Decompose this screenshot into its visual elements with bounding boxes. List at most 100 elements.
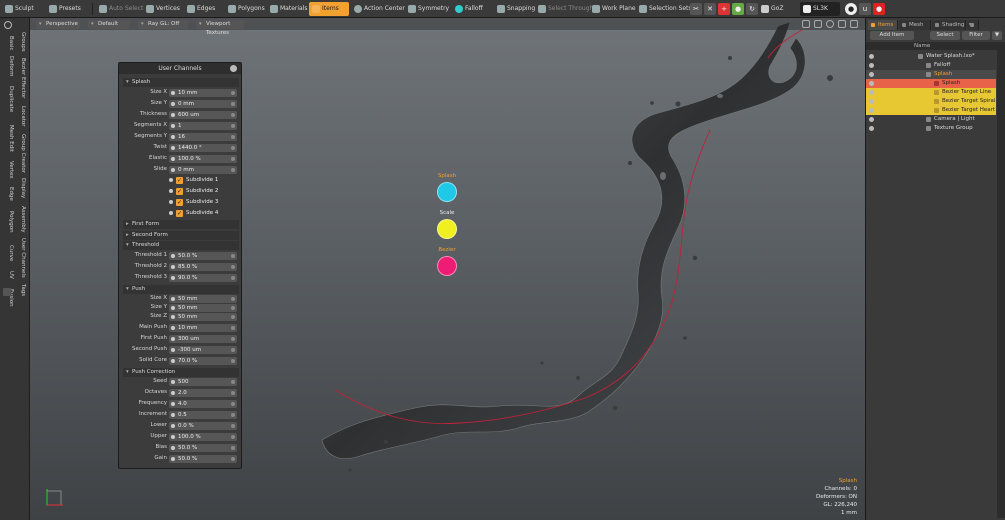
- item-row-texture-group[interactable]: Texture Group: [866, 124, 996, 133]
- visibility-eye-icon[interactable]: [869, 117, 874, 122]
- sculpt-button[interactable]: Sculpt: [2, 2, 42, 16]
- left-tab-tags[interactable]: Tags: [16, 284, 26, 296]
- u-tool-icon[interactable]: u: [859, 3, 871, 15]
- correction-frequency-field[interactable]: 4.0: [169, 400, 237, 408]
- pan-icon[interactable]: [802, 20, 810, 28]
- correction-upper-field[interactable]: 100.0 %: [169, 433, 237, 441]
- auto-select-button[interactable]: Auto Select: [96, 2, 143, 16]
- section-push-correction[interactable]: Push Correction: [123, 368, 239, 377]
- shading-dropdown[interactable]: Default: [88, 20, 130, 29]
- vertices-button[interactable]: Vertices: [143, 2, 183, 16]
- splash-slide-field[interactable]: 0 mm: [169, 166, 237, 174]
- threshold-3-field[interactable]: 90.0 %: [169, 274, 237, 282]
- left-tab-deform[interactable]: Deform: [4, 56, 14, 76]
- push-size-x-field[interactable]: 50 mm: [169, 295, 237, 303]
- correction-octaves-field[interactable]: 2.0: [169, 389, 237, 397]
- splash-segments-x-field[interactable]: 1: [169, 122, 237, 130]
- viewport-textures-dropdown[interactable]: Viewport Textures: [196, 20, 244, 36]
- push-first-push-field[interactable]: 300 um: [169, 335, 237, 343]
- item-row-bezier-target-heart[interactable]: Bezier Target Heart: [866, 106, 996, 115]
- correction-bias-field[interactable]: 50.0 %: [169, 444, 237, 452]
- snapping-button[interactable]: Snapping: [494, 2, 535, 16]
- visibility-eye-icon[interactable]: [869, 99, 874, 104]
- left-tab-display[interactable]: Display: [16, 178, 26, 198]
- refresh-icon[interactable]: ↻: [746, 3, 758, 15]
- select-through-button[interactable]: Select Through: [535, 2, 593, 16]
- tabs-toggle-icon[interactable]: [3, 288, 11, 296]
- section-second-form[interactable]: Second Form: [123, 231, 239, 240]
- presets-button[interactable]: Presets: [46, 2, 88, 16]
- threshold-2-field[interactable]: 85.0 %: [169, 263, 237, 271]
- left-tab-groups[interactable]: Groups: [16, 32, 26, 52]
- left-tab-bezier-effector[interactable]: Bezier Effector: [16, 58, 26, 98]
- splash-size-y-field[interactable]: 0 mm: [169, 100, 237, 108]
- correction-increment-field[interactable]: 0.5: [169, 411, 237, 419]
- section-threshold[interactable]: Threshold: [123, 241, 239, 250]
- item-row-water-splash-lxo[interactable]: Water Splash.lxo*: [866, 52, 996, 61]
- left-tab-mesh-edit[interactable]: Mesh Edit: [4, 125, 14, 152]
- item-row-bezier-target-spiral[interactable]: Bezier Target Spiral: [866, 97, 996, 106]
- tab-more[interactable]: ▾: [967, 20, 979, 30]
- work-plane-button[interactable]: Work Plane: [589, 2, 636, 16]
- materials-button[interactable]: Materials: [267, 2, 308, 16]
- sl3k-button[interactable]: SL3K: [800, 2, 840, 16]
- fit-icon[interactable]: [838, 20, 846, 28]
- filter-button[interactable]: Filter: [962, 31, 990, 40]
- falloff-button[interactable]: Falloff: [452, 2, 488, 16]
- items-button[interactable]: Items: [309, 2, 349, 16]
- tab-shading[interactable]: Shading: [932, 20, 966, 30]
- subdivide-4-checkbox[interactable]: ✓ Subdivide 4: [169, 209, 237, 218]
- push-size-y-field[interactable]: 50 mm: [169, 304, 237, 312]
- splash-thickness-field[interactable]: 600 um: [169, 111, 237, 119]
- subdivide-3-checkbox[interactable]: ✓ Subdivide 3: [169, 198, 237, 207]
- visibility-eye-icon[interactable]: [869, 126, 874, 131]
- subdivide-1-checkbox[interactable]: ✓ Subdivide 1: [169, 176, 237, 185]
- visibility-eye-icon[interactable]: [869, 72, 874, 77]
- add-item-button[interactable]: Add Item: [870, 31, 914, 40]
- left-tab-polygon[interactable]: Polygon: [4, 211, 14, 233]
- section-splash[interactable]: Splash: [123, 78, 239, 87]
- items-scrollbar[interactable]: [997, 42, 1005, 518]
- render-icon[interactable]: ●: [873, 3, 885, 15]
- correction-seed-field[interactable]: 500: [169, 378, 237, 386]
- left-tab-uv[interactable]: UV: [4, 271, 14, 279]
- splash-size-x-field[interactable]: 10 mm: [169, 89, 237, 97]
- correction-gain-field[interactable]: 50.0 %: [169, 455, 237, 463]
- left-tab-assembly[interactable]: Assembly: [16, 206, 26, 233]
- rotate-icon[interactable]: [814, 20, 822, 28]
- left-tab-basic[interactable]: Basic: [4, 36, 14, 51]
- left-tab-group-creator[interactable]: Group Creator: [16, 134, 26, 173]
- push-size-z-field[interactable]: 50 mm: [169, 313, 237, 321]
- maximize-icon[interactable]: [850, 20, 858, 28]
- perspective-dropdown[interactable]: Perspective: [36, 20, 80, 29]
- polygons-button[interactable]: Polygons: [225, 2, 265, 16]
- visibility-eye-icon[interactable]: [869, 63, 874, 68]
- threshold-1-field[interactable]: 50.0 %: [169, 252, 237, 260]
- left-tab-user-channels[interactable]: User Channels: [16, 238, 26, 278]
- correction-lower-field[interactable]: 0.0 %: [169, 422, 237, 430]
- visibility-eye-icon[interactable]: [869, 81, 874, 86]
- section-push[interactable]: Push: [123, 285, 239, 294]
- ray-gl-dropdown[interactable]: Ray GL: Off: [138, 20, 188, 29]
- splash-twist-field[interactable]: 1440.0 °: [169, 144, 237, 152]
- push-solid-core-field[interactable]: 70.0 %: [169, 357, 237, 365]
- push-main-push-field[interactable]: 10 mm: [169, 324, 237, 332]
- visibility-eye-icon[interactable]: [869, 90, 874, 95]
- color-wheel-icon[interactable]: ●: [732, 3, 744, 15]
- section-first-form[interactable]: First Form: [123, 220, 239, 229]
- visibility-eye-icon[interactable]: [869, 54, 874, 59]
- close-x-icon[interactable]: ✕: [704, 3, 716, 15]
- visibility-eye-icon[interactable]: [869, 108, 874, 113]
- item-row-splash[interactable]: Splash: [866, 70, 996, 79]
- close-icon[interactable]: [230, 65, 237, 72]
- subdivide-2-checkbox[interactable]: ✓ Subdivide 2: [169, 187, 237, 196]
- selection-sets-button[interactable]: Selection Sets: [636, 2, 692, 16]
- tab-mesh[interactable]: Mesh ...: [899, 20, 931, 38]
- add-red-icon[interactable]: +: [718, 3, 730, 15]
- goz-button[interactable]: GoZ: [758, 2, 796, 16]
- filter-funnel-icon[interactable]: ▼: [992, 31, 1002, 40]
- item-row-splash[interactable]: Splash: [866, 79, 996, 88]
- scissors-icon[interactable]: ✂: [690, 3, 702, 15]
- left-tab-vertex[interactable]: Vertex: [4, 161, 14, 179]
- item-row-bezier-target-line[interactable]: Bezier Target Line: [866, 88, 996, 97]
